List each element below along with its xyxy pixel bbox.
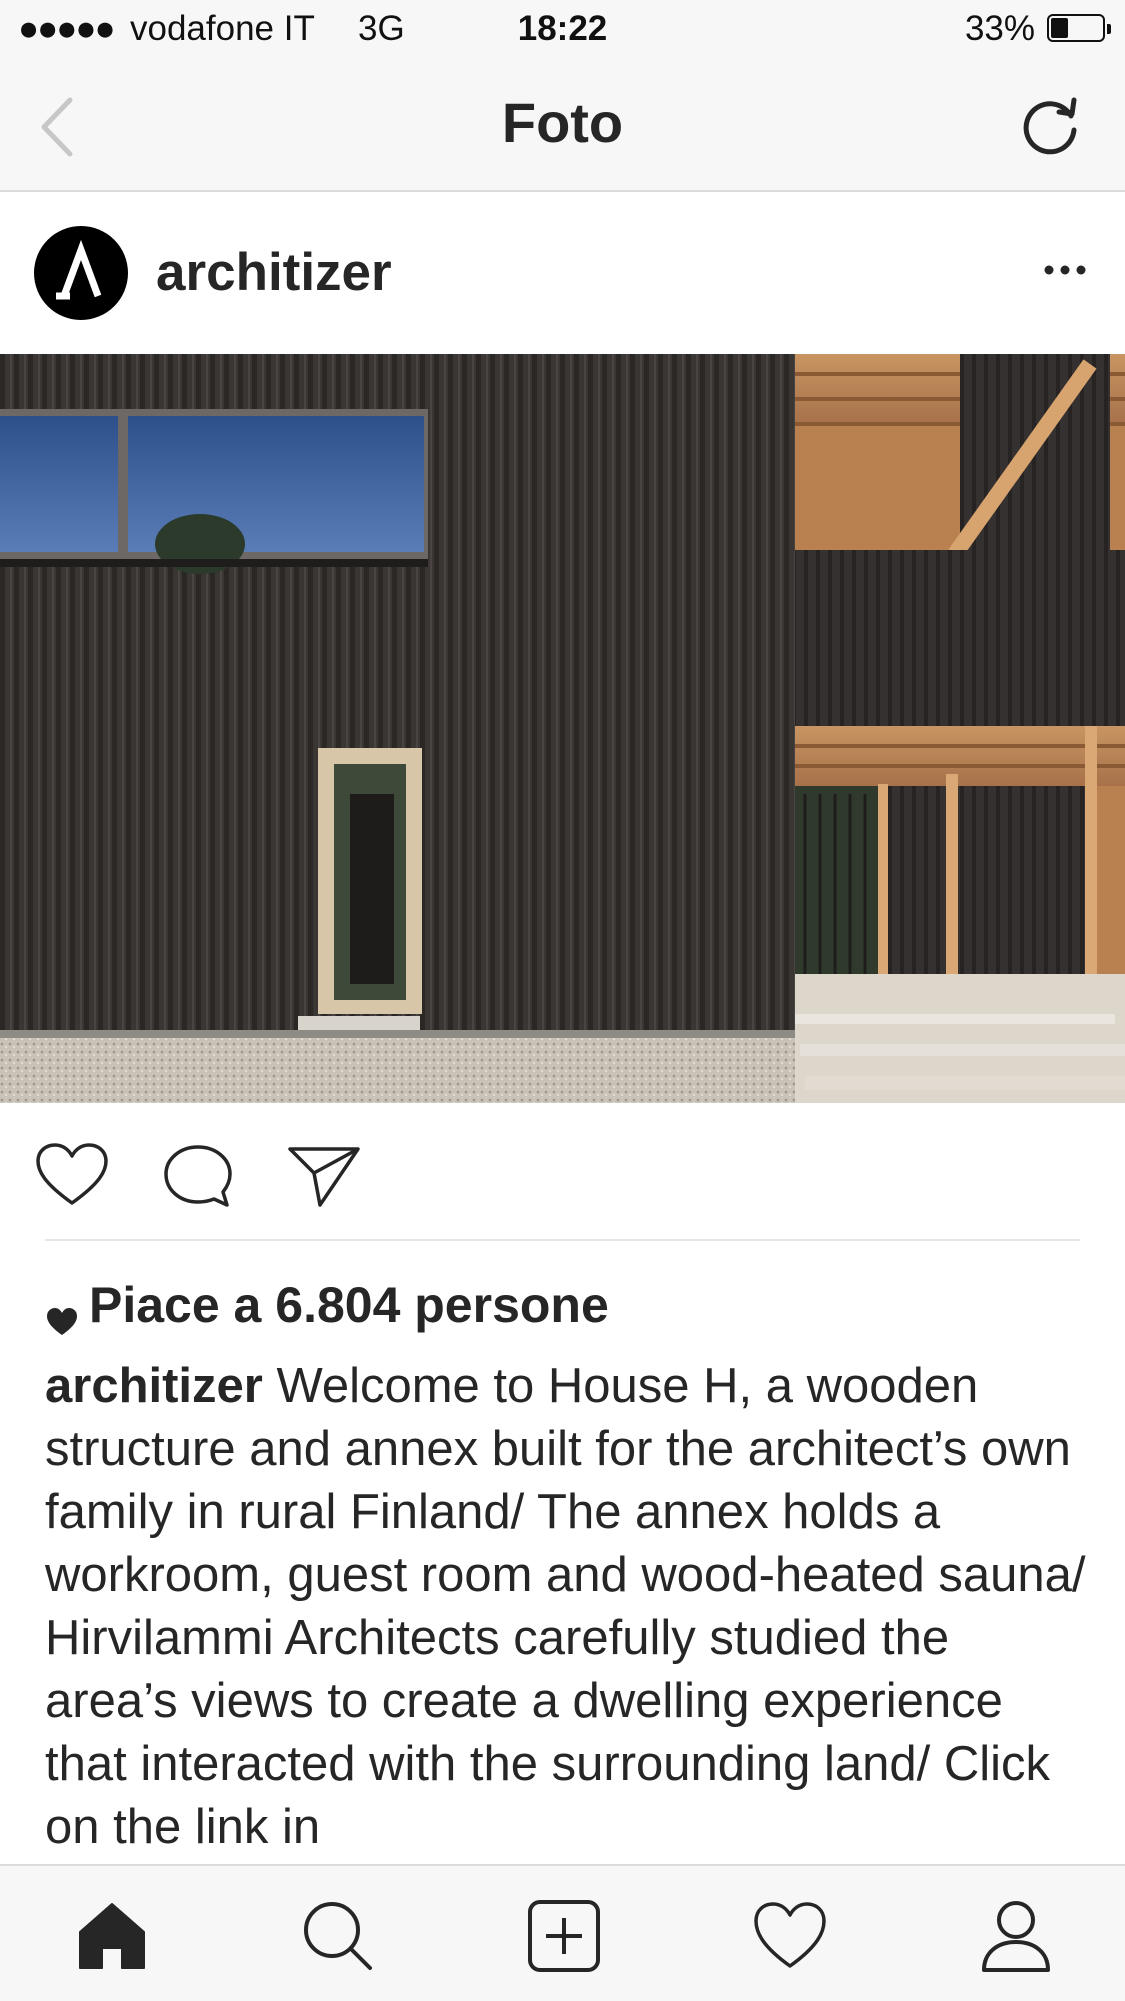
tab-activity[interactable] [750,1896,830,1976]
more-icon [1044,265,1086,275]
search-icon [304,1902,372,1970]
heart-icon [36,1143,108,1205]
architizer-logo-icon [56,239,102,300]
post-header: architizer [0,192,1125,354]
status-bar: ●●●●● vodafone IT 3G 18:22 33% [0,0,1125,62]
share-button[interactable] [284,1141,364,1211]
caption-username[interactable]: architizer [45,1359,263,1413]
likes-count[interactable]: Piace a 6.804 persone [45,1276,609,1335]
avatar[interactable] [34,226,128,320]
clock: 18:22 [517,9,608,48]
home-icon [79,1903,145,1969]
divider [45,1239,1080,1241]
tab-add-post[interactable] [524,1896,604,1976]
tab-profile[interactable] [976,1896,1056,1976]
refresh-icon [1023,97,1077,155]
tab-bar [0,1864,1125,2001]
post-photo[interactable] [0,354,1125,1103]
refresh-button[interactable] [1015,92,1085,162]
profile-icon [982,1901,1050,1972]
battery-percent: 33% [964,9,1035,48]
activity-heart-icon [754,1902,826,1968]
like-button[interactable] [32,1141,112,1211]
share-icon [288,1147,360,1207]
caption-text: Welcome to House H, a wooden structure a… [45,1359,1086,1854]
more-options-button[interactable] [1035,250,1095,290]
likes-text: Piace a 6.804 persone [89,1277,609,1333]
tab-search[interactable] [298,1896,378,1976]
page-title: Foto [501,91,624,154]
add-post-icon [528,1900,600,1972]
heart-small-icon [45,1291,79,1335]
post-caption: architizer Welcome to House H, a wooden … [45,1355,1095,1859]
post-actions [0,1103,1125,1241]
tab-home[interactable] [72,1896,152,1976]
battery-icon [1047,14,1111,42]
comment-button[interactable] [158,1141,238,1211]
post-username[interactable]: architizer [156,242,392,303]
comment-icon [164,1145,232,1207]
house-photo-image [0,354,1125,1103]
navigation-bar: Foto [0,62,1125,192]
